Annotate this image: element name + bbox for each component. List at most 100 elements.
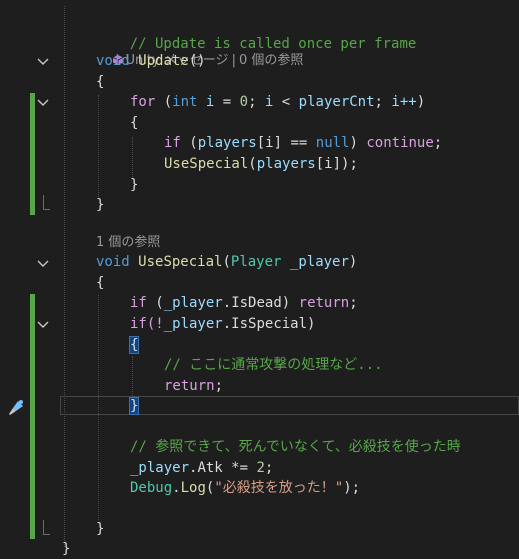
current-line-highlight [60,396,519,415]
parameter: _player [163,295,223,311]
brace: { [96,74,105,90]
code-line[interactable]: } [128,396,140,416]
quick-actions-brush-icon[interactable] [6,398,26,416]
code-editor[interactable]: // Update is called once per frame Unity… [0,0,519,557]
code-line[interactable]: } [130,175,138,195]
comment: // ここに通常攻撃の処理など... [164,357,383,373]
code-line[interactable]: { [96,273,104,293]
keyword: return [164,378,215,394]
punctuation: ; [433,135,443,151]
code-line[interactable]: _player.Atk *= 2; [130,458,273,478]
method-name: Update [138,53,189,69]
brace: } [96,197,105,213]
punctuation: ; [351,480,361,496]
type-name: Debug [130,480,173,496]
punctuation: () [188,53,206,69]
code-line[interactable]: { [130,113,138,133]
code-line[interactable]: // ここに通常攻撃の処理など... [164,355,383,375]
fold-chevron-icon[interactable] [36,319,50,331]
punctuation: ) [307,316,316,332]
parameter: _player [130,460,190,476]
punctuation: ) [349,135,358,151]
keyword: return [298,295,350,311]
variable: players [197,135,257,151]
number: 2 [256,460,265,476]
code-line[interactable]: return; [164,376,223,396]
matched-brace: { [128,336,140,354]
type-name: Player [230,254,282,270]
keyword: continue [366,135,434,151]
indexer: [i] [315,156,342,172]
variable: i++ [391,94,417,110]
code-line[interactable]: if (_player.IsDead) return; [130,293,358,313]
punctuation: ; [349,295,358,311]
punctuation: ; [248,94,265,110]
fold-chevron-icon[interactable] [36,258,50,270]
codelens-usespecial-references[interactable]: 1 個の参照 [96,234,160,252]
code-line[interactable]: } [96,195,104,215]
keyword: if(! [130,316,164,332]
punctuation: ; [349,156,358,172]
brace: } [96,521,105,537]
fold-end-marker [43,520,50,535]
fold-chevron-icon[interactable] [36,97,50,109]
parameter: _player [163,316,223,332]
punctuation: ) [348,254,358,270]
punctuation: . [172,480,181,496]
punctuation: ( [248,156,257,172]
parameter: _player [289,254,349,270]
change-bar [30,93,35,215]
number: 0 [239,94,249,110]
string-literal: "必殺技を放った！" [214,480,344,496]
code-line[interactable]: { [128,335,140,355]
punctuation: ( [222,254,231,270]
indent-guide [132,137,133,179]
operator: = [214,94,240,110]
code-line[interactable]: } [62,539,70,559]
keyword: if [164,135,181,151]
fold-end-marker [43,195,50,210]
code-line[interactable]: // Update is called once per frame [96,14,417,52]
keyword: int [172,94,198,110]
variable: playerCnt [298,94,375,110]
code-line[interactable]: for (int i = 0; i < playerCnt; i++) [130,92,425,112]
codelens-references[interactable]: 0 個の参照 [239,53,303,68]
punctuation: ) [343,480,352,496]
method-name: UseSpecial [138,254,223,270]
punctuation: ( [155,295,164,311]
operator: == [282,135,316,151]
code-line[interactable]: void UseSpecial(Player _player) [96,252,357,272]
code-line[interactable]: Debug.Log("必殺技を放った！"); [130,478,360,498]
brace: } [130,177,139,193]
property: IsDead [231,295,282,311]
comment: // 参照できて、死んでいなくて、必殺技を使った時 [130,439,461,455]
brace: } [62,541,71,557]
code-line[interactable]: void Update() [96,51,206,71]
matched-brace: } [128,397,140,415]
keyword: void [96,53,130,69]
property: Atk [197,460,223,476]
punctuation: ; [264,460,274,476]
indent-guide [64,6,65,547]
fold-chevron-icon[interactable] [36,56,50,68]
indent-guide [132,356,133,398]
code-line[interactable]: } [96,519,104,539]
code-line[interactable]: // 参照できて、死んでいなくて、必殺技を使った時 [130,437,461,457]
keyword: for [130,94,156,110]
brace: { [130,115,139,131]
code-line[interactable]: if(!_player.IsSpecial) [130,314,315,334]
change-bar [30,294,35,539]
indexer: [i] [256,135,283,151]
code-line[interactable]: UseSpecial(players[i]); [164,154,358,174]
keyword: if [130,295,147,311]
code-line[interactable]: { [96,72,104,92]
punctuation: ; [214,378,224,394]
punctuation: ; [374,94,392,110]
punctuation: ( [189,135,198,151]
code-line[interactable]: if (players[i] == null) continue; [164,133,442,153]
codelens-update[interactable]: Unity メッセージ | 0 個の参照 [96,34,303,68]
property: IsSpecial [231,316,308,332]
indent-guide [98,95,99,199]
punctuation: . [222,316,232,332]
codelens-separator: | [231,53,236,68]
